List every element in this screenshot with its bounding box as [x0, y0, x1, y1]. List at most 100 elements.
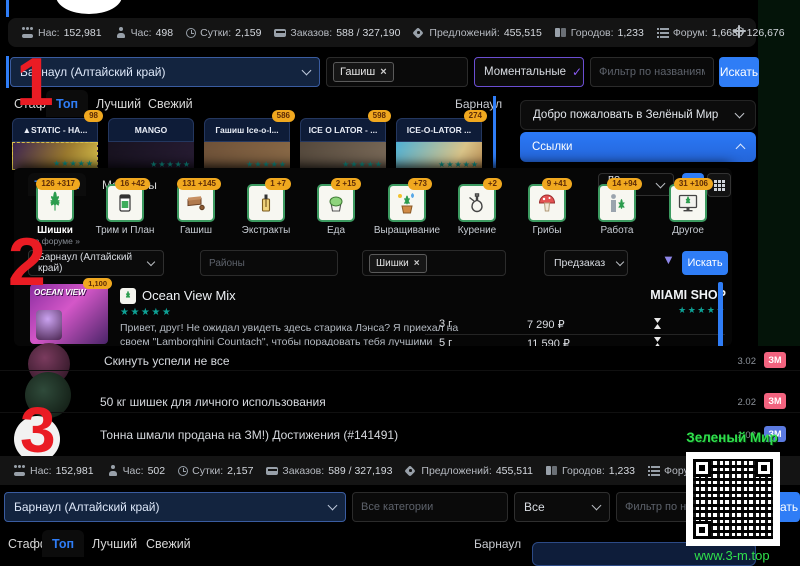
zm-badge: ЗМ: [764, 352, 786, 368]
search-button-top[interactable]: Искать: [719, 57, 759, 87]
qr-code: [686, 452, 780, 546]
product-card[interactable]: MANGO ★★★★★: [108, 118, 194, 170]
check-icon: ✓: [572, 65, 582, 79]
remove-tag-icon[interactable]: ×: [414, 256, 420, 271]
bag-icon: 16 +42: [106, 184, 144, 222]
search-button-market[interactable]: Искать: [682, 251, 728, 275]
tab-best-bottom[interactable]: Лучший: [92, 537, 137, 551]
all-select-bottom[interactable]: Все: [514, 492, 610, 522]
category-extracts[interactable]: 1 +7 Экстракты: [231, 184, 301, 236]
top-stats-bar: Нас:152,981 Час:498 Сутки:2,159 Заказов:…: [8, 18, 756, 47]
card-count-badge: 98: [84, 110, 103, 122]
listing-title[interactable]: Ocean View Mix: [142, 288, 236, 303]
category-food[interactable]: 2 +15 Еда: [301, 184, 371, 236]
users-icon: [22, 27, 34, 38]
qr-finder: [693, 521, 711, 539]
card-title: MANGO: [108, 118, 194, 142]
districts-input[interactable]: [200, 250, 338, 276]
stat-offers: Предложений:455,515: [413, 27, 541, 39]
edge-accent: [6, 0, 9, 17]
product-card[interactable]: 586 Гашиш Ice-o-l... ★★★★★: [204, 118, 290, 170]
city-select-bottom[interactable]: Барнаул (Алтайский край): [4, 492, 346, 522]
chevron-up-icon: [736, 144, 746, 154]
cards-scroll-indicator[interactable]: [493, 96, 496, 168]
gear-icon[interactable]: [735, 27, 744, 36]
city-select-top[interactable]: Барнаул (Алтайский край): [10, 57, 320, 87]
feed-message[interactable]: Тонна шмали продана на ЗМ!) Достижения (…: [100, 428, 398, 442]
product-card[interactable]: 98 ▲STATIC - HA... ★★★★★: [12, 118, 98, 170]
dropper-bottle-icon: 1 +7: [247, 184, 285, 222]
feed-message[interactable]: 50 кг шишек для личного использования: [100, 395, 326, 409]
stat-day: Сутки:2,157: [178, 465, 253, 477]
category-other[interactable]: 31 +106 Другое: [653, 184, 723, 236]
price-value: 7 290 ₽: [527, 318, 565, 331]
filter-funnel-icon[interactable]: ▼: [662, 252, 675, 267]
stat-users: Нас:152,981: [22, 27, 102, 39]
type-select-top[interactable]: Моментальные ✓: [474, 57, 584, 87]
price-row[interactable]: 3 г 7 290 ₽: [425, 316, 725, 335]
stat-hour: Час:498: [115, 27, 174, 39]
listing-count-badge: 1,100: [83, 278, 112, 289]
chevron-down-icon: [302, 66, 312, 76]
screen: Нас:152,981 Час:498 Сутки:2,159 Заказов:…: [0, 0, 800, 566]
person-icon: [107, 465, 119, 476]
stat-offers: Предложений:455,511: [405, 465, 533, 477]
tab-fresh-bottom[interactable]: Свежий: [146, 537, 191, 551]
search-tags-input-market[interactable]: Шишки×: [362, 250, 506, 276]
shop-name[interactable]: MIAMI SHOP: [454, 288, 726, 302]
sidebar-links-panel[interactable]: Ссылки: [520, 132, 756, 162]
forum-icon: [657, 27, 669, 38]
sidebar-welcome-panel[interactable]: Добро пожаловать в Зелёный Мир: [520, 100, 756, 130]
chevron-down-icon: [328, 501, 338, 511]
divider: [0, 412, 800, 413]
feed-layer: Скинуть успели не все 3.02 ЗМ 50 кг шише…: [0, 346, 800, 566]
card-count-badge: 586: [272, 110, 295, 122]
chevron-down-icon: [735, 109, 745, 119]
city-select-market[interactable]: Барнаул (Алтайский край): [28, 250, 164, 276]
category-work[interactable]: 14 +94 Работа: [582, 184, 652, 236]
bong-icon: +2: [458, 184, 496, 222]
price-qty: 3 г: [439, 318, 452, 330]
tag-icon: [413, 27, 425, 38]
tab-fresh-top[interactable]: Свежий: [148, 97, 193, 111]
logo-partial-circle: [56, 0, 122, 14]
category-count-badge: 2 +15: [331, 178, 361, 190]
hash-brick-icon: 131 +145: [177, 184, 215, 222]
card-count-badge: 598: [368, 110, 391, 122]
annotation-step-1: 1: [16, 48, 54, 116]
chevron-down-icon: [147, 257, 155, 265]
mushroom-icon: 9 +41: [528, 184, 566, 222]
category-hash[interactable]: 131 +145 Гашиш: [161, 184, 231, 236]
scrollbar[interactable]: [718, 282, 723, 348]
name-filter-input-top[interactable]: [590, 57, 714, 87]
category-smoking[interactable]: +2 Курение: [442, 184, 512, 236]
category-count-badge: 14 +94: [607, 178, 642, 190]
stat-orders: Заказов:588 / 327,190: [274, 27, 400, 39]
feed-message[interactable]: Скинуть успели не все: [104, 354, 230, 368]
tab-top-bottom[interactable]: Топ: [42, 530, 84, 557]
bottom-stats-bar: Нас:152,981 Час:502 Сутки:2,157 Заказов:…: [0, 456, 800, 485]
search-tags-input-top[interactable]: Гашиш×: [326, 57, 468, 87]
message-time: 2.02: [730, 397, 756, 408]
worker-icon: 14 +94: [598, 184, 636, 222]
clock-icon: [186, 28, 196, 38]
category-mushrooms[interactable]: 9 +41 Грибы: [512, 184, 582, 236]
category-trim[interactable]: 16 +42 Трим и План: [90, 184, 160, 236]
category-growing[interactable]: +73 Выращивание: [372, 184, 442, 236]
forum-icon: [648, 465, 660, 476]
monitor-icon: 31 +106: [669, 184, 707, 222]
card-image: ★★★★★: [12, 142, 98, 170]
category-count-badge: 9 +41: [542, 178, 572, 190]
tag-chip[interactable]: Гашиш×: [333, 62, 394, 83]
tag-chip[interactable]: Шишки×: [369, 254, 427, 273]
zm-badge: ЗМ: [764, 393, 786, 409]
clock-icon: [178, 466, 188, 476]
cities-icon: [546, 465, 558, 476]
product-card[interactable]: 598 ICE O LATOR - ... ★★★★★: [300, 118, 386, 170]
product-card[interactable]: 274 ICE-O-LATOR ... ★★★★★: [396, 118, 482, 170]
remove-tag-icon[interactable]: ×: [380, 64, 386, 81]
tab-best-top[interactable]: Лучший: [96, 97, 141, 111]
category-count-badge: +2: [483, 178, 502, 190]
preorder-select[interactable]: Предзаказ: [544, 250, 628, 276]
categories-input-bottom[interactable]: [352, 492, 508, 522]
